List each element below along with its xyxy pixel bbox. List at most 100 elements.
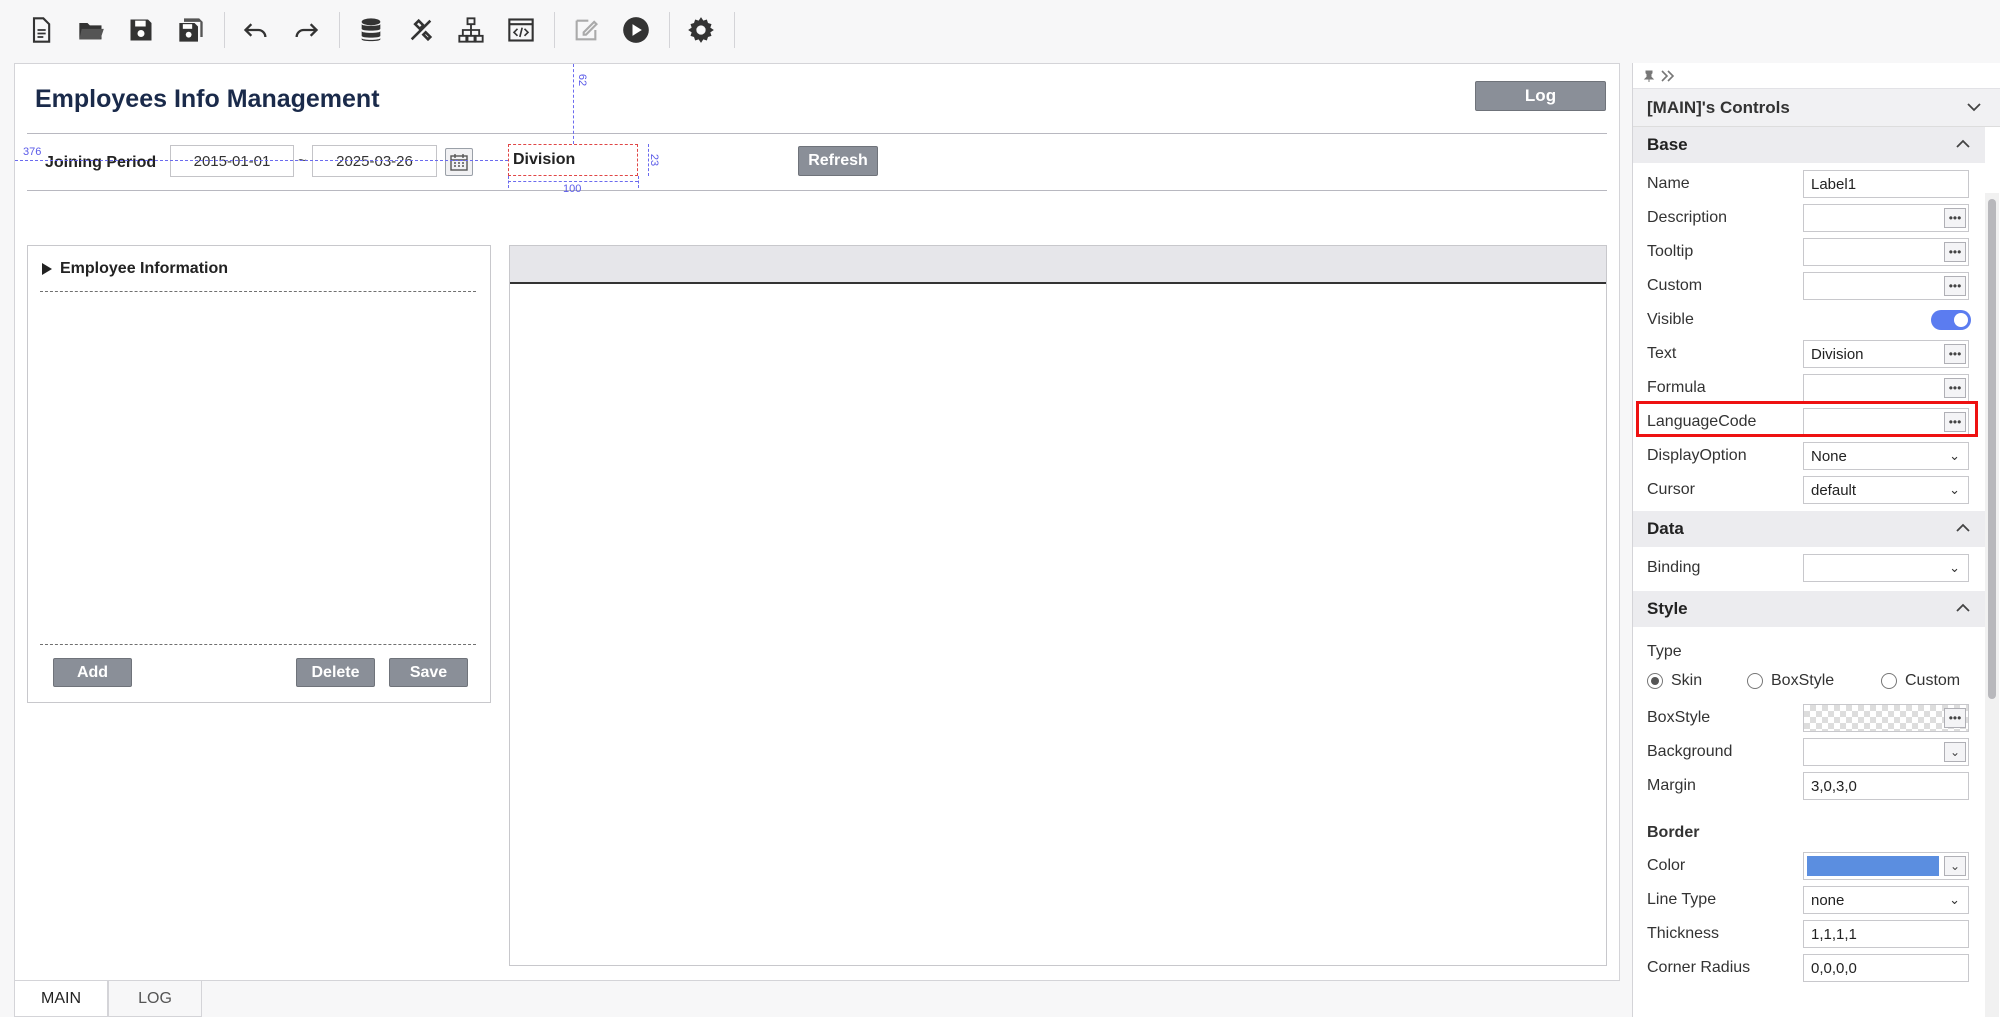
chevron-down-icon[interactable]	[1966, 99, 1982, 115]
save-button[interactable]: Save	[389, 658, 468, 687]
properties-scrollbar[interactable]	[1985, 193, 1999, 1017]
section-title: Base	[1647, 135, 1688, 154]
date-from-input[interactable]: 2015-01-01	[170, 145, 294, 177]
guide-tick	[638, 176, 639, 188]
open-folder-icon[interactable]	[72, 11, 110, 49]
delete-button[interactable]: Delete	[296, 658, 375, 687]
guide-width-value: 100	[563, 183, 582, 195]
chevron-down-icon[interactable]: ⌄	[1944, 856, 1966, 876]
controls-header[interactable]: [MAIN]'s Controls	[1633, 89, 2000, 127]
border-subsection: Border	[1647, 824, 1700, 841]
new-file-icon[interactable]	[22, 11, 60, 49]
prop-label: Name	[1647, 175, 1690, 192]
add-button[interactable]: Add	[53, 658, 132, 687]
save-all-icon[interactable]	[172, 11, 210, 49]
prop-visible: Visible	[1633, 303, 1985, 337]
properties-body: Base Name Label1 Description ••• Tooltip ••…	[1633, 127, 1985, 1017]
prop-label: Corner Radius	[1647, 959, 1751, 976]
scrollbar-thumb[interactable]	[1988, 199, 1996, 699]
redo-icon[interactable]	[287, 11, 325, 49]
description-field[interactable]: •••	[1803, 204, 1969, 232]
chevron-up-icon[interactable]	[1955, 520, 1971, 536]
log-button[interactable]: Log	[1475, 81, 1606, 111]
joining-period-label[interactable]: Joining Period	[45, 154, 156, 172]
date-to-input[interactable]: 2025-03-26	[312, 145, 437, 177]
division-label[interactable]: Division	[508, 144, 638, 176]
text-field[interactable]: Division •••	[1803, 340, 1969, 368]
binding-select[interactable]: ⌄	[1803, 554, 1969, 582]
tools-icon[interactable]	[402, 11, 440, 49]
more-icon[interactable]: •••	[1944, 412, 1966, 432]
prop-custom: Custom •••	[1633, 269, 1985, 303]
languagecode-field[interactable]: •••	[1803, 408, 1969, 436]
visible-toggle[interactable]	[1931, 310, 1971, 330]
more-icon[interactable]: •••	[1944, 242, 1966, 262]
more-icon[interactable]: •••	[1944, 344, 1966, 364]
prop-cursor: Cursor default ⌄	[1633, 473, 1985, 507]
calendar-icon[interactable]	[445, 148, 473, 176]
properties-panel: [MAIN]'s Controls Base Name Label1 Descri…	[1632, 63, 2000, 1017]
margin-field[interactable]: 3,0,3,0	[1803, 772, 1969, 800]
cornerradius-field[interactable]: 0,0,0,0	[1803, 954, 1969, 982]
refresh-button[interactable]: Refresh	[798, 146, 878, 176]
employee-info-panel[interactable]: Employee Information Add Delete Save	[27, 245, 491, 703]
toolbar-separator	[734, 12, 735, 48]
chevron-up-icon[interactable]	[1955, 600, 1971, 616]
section-base[interactable]: Base	[1633, 127, 1985, 163]
prop-label: Thickness	[1647, 925, 1720, 942]
data-grid[interactable]	[509, 245, 1607, 966]
linetype-select[interactable]: none ⌄	[1803, 886, 1969, 914]
chevron-down-icon: ⌄	[1949, 482, 1960, 497]
chevron-down-icon[interactable]: ⌄	[1944, 742, 1966, 762]
prop-margin: Margin 3,0,3,0	[1633, 769, 1985, 803]
tab-main[interactable]: MAIN	[14, 981, 108, 1017]
double-chevron-right-icon[interactable]	[1661, 69, 1675, 82]
database-icon[interactable]	[352, 11, 390, 49]
displayoption-select[interactable]: None ⌄	[1803, 442, 1969, 470]
panel-title: Employee Information	[60, 260, 229, 277]
radio-skin[interactable]	[1647, 673, 1663, 689]
thickness-field[interactable]: 1,1,1,1	[1803, 920, 1969, 948]
radio-boxstyle[interactable]	[1747, 673, 1763, 689]
chevron-down-icon: ⌄	[1949, 892, 1960, 907]
chevron-up-icon[interactable]	[1955, 136, 1971, 152]
tab-log[interactable]: LOG	[108, 981, 202, 1017]
more-icon[interactable]: •••	[1944, 378, 1966, 398]
formula-field[interactable]: •••	[1803, 374, 1969, 402]
radio-label: Skin	[1671, 672, 1703, 689]
panel-header[interactable]: Employee Information	[42, 260, 228, 278]
page-title[interactable]: Employees Info Management	[35, 85, 380, 114]
run-icon[interactable]	[617, 11, 655, 49]
tooltip-field[interactable]: •••	[1803, 238, 1969, 266]
design-canvas[interactable]: Employees Info Management Log Joining Pe…	[14, 63, 1620, 981]
prop-name: Name Label1	[1633, 167, 1985, 201]
guide-line-top	[573, 64, 574, 144]
select-value: none	[1811, 891, 1845, 909]
background-color-picker[interactable]: ⌄	[1803, 738, 1969, 766]
name-field[interactable]: Label1	[1803, 170, 1969, 198]
edit-icon[interactable]	[567, 11, 605, 49]
save-icon[interactable]	[122, 11, 160, 49]
undo-icon[interactable]	[237, 11, 275, 49]
guide-height-value: 23	[648, 153, 661, 167]
hierarchy-icon[interactable]	[452, 11, 490, 49]
code-view-icon[interactable]	[502, 11, 540, 49]
type-radio-group: Skin BoxStyle Custom	[1633, 667, 1985, 695]
more-icon[interactable]: •••	[1944, 208, 1966, 228]
custom-field[interactable]: •••	[1803, 272, 1969, 300]
more-icon[interactable]: •••	[1944, 276, 1966, 296]
text-field-value: Division	[1811, 345, 1864, 363]
more-icon[interactable]: •••	[1944, 708, 1966, 728]
grid-header[interactable]	[510, 246, 1606, 284]
section-data[interactable]: Data	[1633, 511, 1985, 547]
caret-right-icon	[42, 263, 52, 275]
settings-icon[interactable]	[682, 11, 720, 49]
border-color-picker[interactable]: ⌄	[1803, 852, 1969, 880]
prop-displayoption: DisplayOption None ⌄	[1633, 439, 1985, 473]
radio-custom[interactable]	[1881, 673, 1897, 689]
section-style[interactable]: Style	[1633, 591, 1985, 627]
cursor-select[interactable]: default ⌄	[1803, 476, 1969, 504]
toolbar-separator	[554, 12, 555, 48]
boxstyle-field[interactable]: •••	[1803, 704, 1969, 732]
pin-icon[interactable]	[1643, 70, 1655, 82]
